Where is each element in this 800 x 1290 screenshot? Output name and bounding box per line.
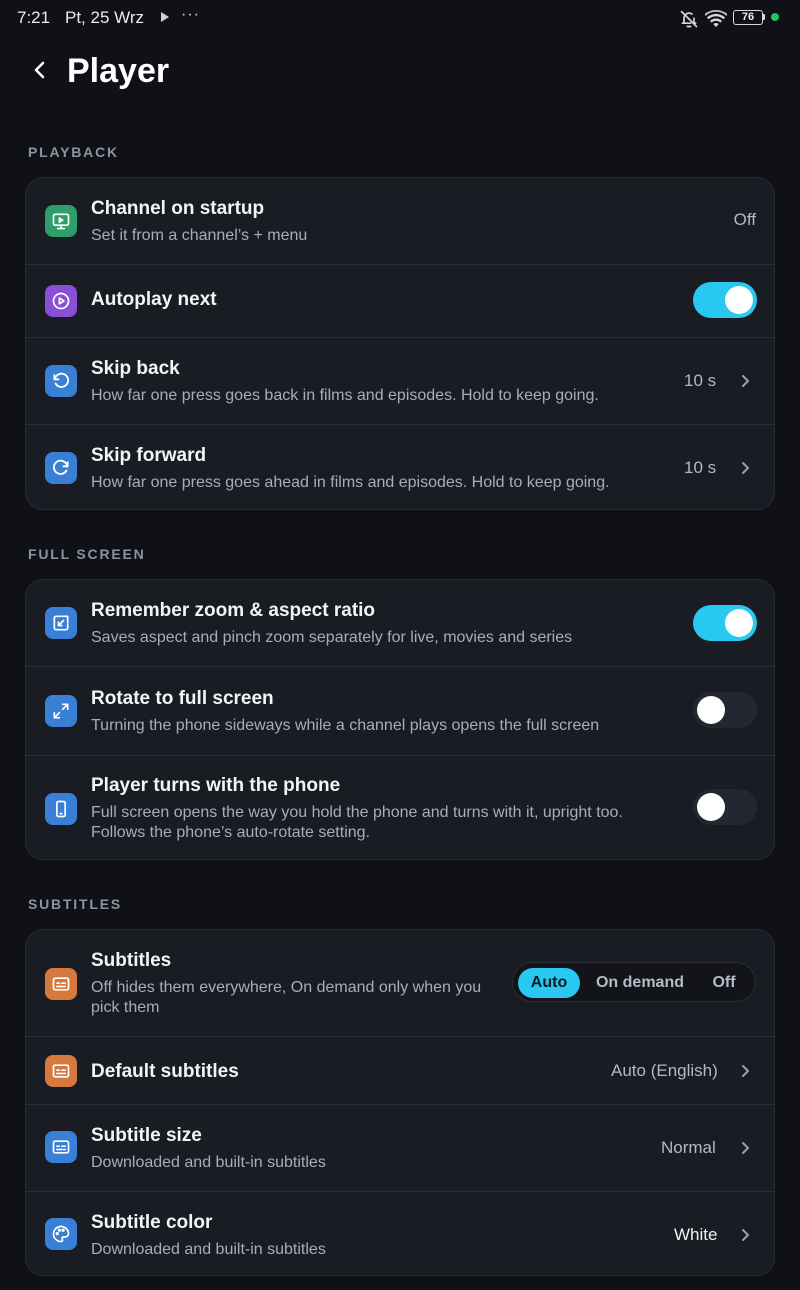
channel-on-startup-value: Off (733, 210, 756, 229)
palette-icon (45, 1218, 77, 1250)
player-turns-subtitle-line1: Full screen opens the way you hold the p… (91, 804, 623, 821)
section-heading-playback: PLAYBACK (28, 144, 119, 160)
skip-back-row[interactable]: Skip back How far one press goes back in… (26, 338, 774, 424)
captions-icon (45, 1131, 77, 1163)
skip-forward-title: Skip forward (91, 445, 207, 466)
player-turns-row[interactable]: Player turns with the phone Full screen … (26, 756, 774, 859)
chevron-right-icon (742, 462, 749, 474)
subtitles-mode-row: Subtitles Off hides them everywhere, On … (26, 930, 774, 1036)
subtitle-color-title: Subtitle color (91, 1212, 213, 1233)
default-subtitles-value: Auto (English) (611, 1061, 718, 1080)
subtitle-size-subtitle: Downloaded and built-in subtitles (91, 1154, 326, 1171)
play-circle-icon (45, 285, 77, 317)
toggle-knob (697, 696, 725, 724)
skip-forward-value: 10 s (684, 458, 717, 477)
subtitles-mode-subtitle-line2: pick them (91, 999, 160, 1016)
subtitle-color-subtitle: Downloaded and built-in subtitles (91, 1241, 326, 1258)
rotate-full-screen-title: Rotate to full screen (91, 688, 274, 709)
tv-play-icon (45, 205, 77, 237)
battery-icon: 76 (733, 10, 763, 25)
subtitle-size-row[interactable]: Subtitle size Downloaded and built-in su… (26, 1105, 774, 1191)
remember-zoom-toggle[interactable] (693, 605, 757, 641)
wifi-icon (705, 9, 727, 28)
rotate-full-screen-subtitle: Turning the phone sideways while a chann… (91, 717, 600, 734)
default-subtitles-row[interactable]: Default subtitles Auto (English) (26, 1037, 774, 1104)
default-subtitles-title: Default subtitles (91, 1061, 239, 1082)
subtitles-option-auto[interactable]: Auto (518, 968, 580, 998)
remember-zoom-subtitle: Saves aspect and pinch zoom separately f… (91, 629, 573, 646)
chevron-right-icon (742, 1229, 749, 1241)
subtitles-option-off[interactable]: Off (699, 968, 749, 998)
status-date: Pt, 25 Wrz (65, 8, 145, 27)
subtitles-mode-segmented-control: Auto On demand Off (512, 962, 756, 1002)
toggle-knob (697, 793, 725, 821)
resize-icon (45, 607, 77, 639)
remember-zoom-row[interactable]: Remember zoom & aspect ratio Saves aspec… (26, 580, 774, 666)
chevron-left-icon (34, 61, 45, 79)
privacy-indicator-dot (771, 13, 779, 21)
full-screen-card: Remember zoom & aspect ratio Saves aspec… (25, 579, 775, 860)
channel-on-startup-row[interactable]: Channel on startup Set it from a channel… (26, 178, 774, 264)
battery-tip (763, 14, 765, 20)
skip-forward-subtitle: How far one press goes ahead in films an… (91, 474, 610, 491)
subtitle-color-row[interactable]: Subtitle color Downloaded and built-in s… (26, 1192, 774, 1275)
player-turns-title: Player turns with the phone (91, 775, 341, 796)
section-heading-subtitles: SUBTITLES (28, 896, 122, 912)
skip-back-subtitle: How far one press goes back in films and… (91, 387, 599, 404)
section-heading-full-screen: FULL SCREEN (28, 546, 146, 562)
status-time: 7:21 (17, 8, 51, 27)
chevron-right-icon (742, 1142, 749, 1154)
toggle-knob (725, 609, 753, 637)
media-playing-icon (161, 12, 169, 22)
chevron-right-icon (742, 375, 749, 387)
status-bar: 7:21 Pt, 25 Wrz ··· 76 (0, 0, 800, 38)
remember-zoom-title: Remember zoom & aspect ratio (91, 600, 376, 621)
subtitle-size-title: Subtitle size (91, 1125, 202, 1146)
subtitles-mode-subtitle-line1: Off hides them everywhere, On demand onl… (91, 979, 482, 996)
page-title: Player (67, 52, 170, 90)
bell-muted-icon (680, 10, 698, 28)
expand-icon (45, 695, 77, 727)
autoplay-next-row[interactable]: Autoplay next (26, 265, 774, 337)
phone-icon (45, 793, 77, 825)
skip-back-title: Skip back (91, 358, 180, 379)
channel-on-startup-title: Channel on startup (91, 198, 265, 219)
playback-card: Channel on startup Set it from a channel… (25, 177, 775, 510)
rotate-ccw-icon (45, 365, 77, 397)
subtitles-option-on-demand[interactable]: On demand (588, 968, 692, 998)
autoplay-next-title: Autoplay next (91, 289, 217, 310)
rotate-cw-icon (45, 452, 77, 484)
autoplay-next-toggle[interactable] (693, 282, 757, 318)
subtitle-color-value: White (674, 1225, 718, 1244)
more-notifications-icon: ··· (181, 6, 200, 23)
toggle-knob (725, 286, 753, 314)
skip-back-value: 10 s (684, 371, 717, 390)
captions-icon (45, 1055, 77, 1087)
subtitles-mode-title: Subtitles (91, 950, 172, 971)
back-button[interactable] (22, 52, 58, 88)
subtitles-card: Subtitles Off hides them everywhere, On … (25, 929, 775, 1276)
rotate-full-screen-row[interactable]: Rotate to full screen Turning the phone … (26, 667, 774, 755)
chevron-right-icon (742, 1065, 749, 1077)
player-turns-subtitle-line2: Follows the phone’s auto-rotate setting. (91, 824, 370, 841)
player-turns-toggle[interactable] (693, 789, 757, 825)
rotate-full-screen-toggle[interactable] (693, 692, 757, 728)
captions-icon (45, 968, 77, 1000)
subtitle-size-value: Normal (661, 1138, 716, 1157)
channel-on-startup-subtitle: Set it from a channel’s + menu (91, 227, 308, 244)
skip-forward-row[interactable]: Skip forward How far one press goes ahea… (26, 425, 774, 509)
